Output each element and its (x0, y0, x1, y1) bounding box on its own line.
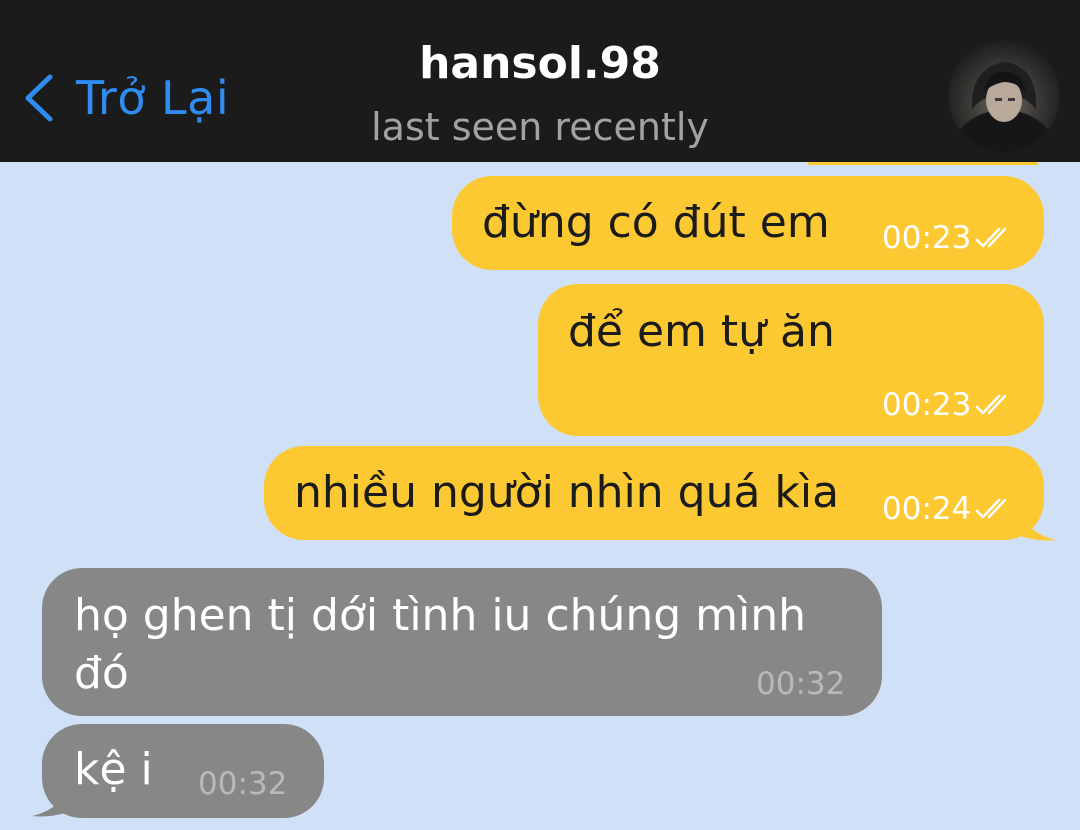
message-text-line2: đó (74, 648, 129, 699)
message-time: 00:23 (882, 220, 972, 256)
bubble-tail (1020, 502, 1056, 541)
message-time: 00:32 (198, 766, 288, 802)
message-meta: 00:32 (756, 664, 845, 704)
message-meta: 00:23 (882, 385, 1017, 425)
message-text: kệ i (74, 744, 153, 795)
message-text: nhiều người nhìn quá kìa (294, 467, 840, 518)
message-time: 00:24 (882, 491, 972, 527)
message-meta: 00:24 (882, 489, 1017, 529)
chat-header: Trở Lại hansol.98 last seen recently (0, 0, 1080, 162)
incoming-message-bubble[interactable]: kệ i 00:32 (42, 724, 324, 818)
bubble-tail (32, 778, 68, 817)
message-meta: 00:23 (882, 218, 1017, 258)
last-seen-status: last seen recently (371, 105, 709, 149)
double-check-icon (976, 227, 1007, 248)
double-check-icon (976, 498, 1007, 519)
previous-message-edge (808, 162, 1038, 165)
outgoing-message-bubble[interactable]: đừng có đút em 00:23 (452, 176, 1044, 270)
outgoing-message-bubble[interactable]: để em tự ăn 00:23 (538, 284, 1044, 436)
message-text: họ ghen tị dới tình iu chúng mình (74, 590, 807, 641)
incoming-message-bubble[interactable]: họ ghen tị dới tình iu chúng mình đó 00:… (42, 568, 882, 716)
message-list[interactable]: đừng có đút em 00:23 để em tự ăn 00:23 n… (0, 162, 1080, 830)
message-time: 00:32 (756, 666, 846, 702)
message-meta: 00:32 (198, 764, 287, 804)
double-check-icon (976, 394, 1007, 415)
message-text: đừng có đút em (482, 197, 830, 248)
contact-name[interactable]: hansol.98 (0, 34, 1080, 94)
message-text: để em tự ăn (568, 306, 835, 357)
message-time: 00:23 (882, 387, 972, 423)
avatar[interactable] (948, 40, 1060, 152)
outgoing-message-bubble[interactable]: nhiều người nhìn quá kìa 00:24 (264, 446, 1044, 540)
profile-photo-icon (952, 62, 1056, 152)
